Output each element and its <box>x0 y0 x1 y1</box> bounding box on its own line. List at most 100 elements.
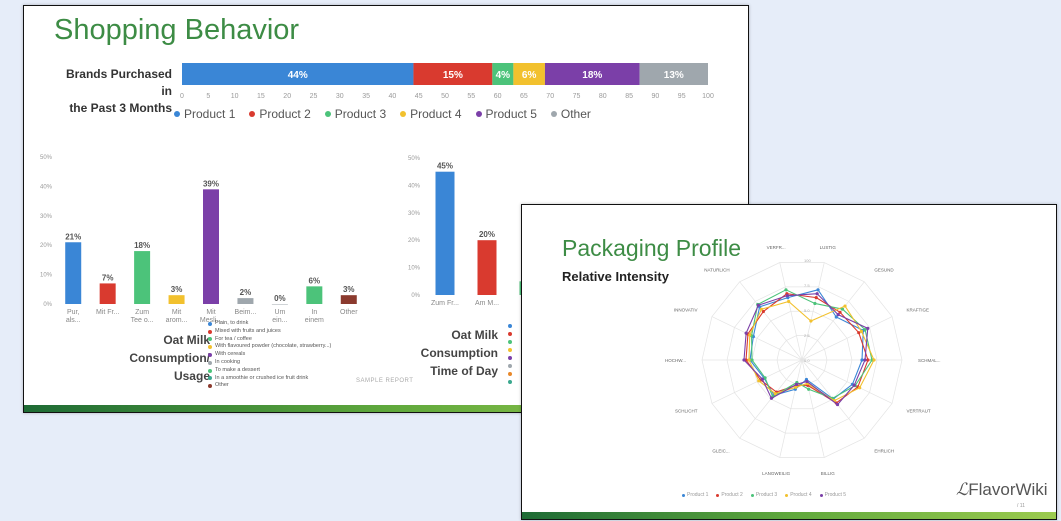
usage-legend-item: With flavoured powder (chocolate, strawb… <box>208 343 331 351</box>
radar-point <box>748 333 752 337</box>
usage-legend-item: Plain, to drink <box>208 320 331 328</box>
y-tick-label: 10% <box>408 266 421 272</box>
legend-dot <box>750 493 754 497</box>
bar <box>134 251 151 304</box>
legend-item-product-1: Product 1 <box>682 492 708 498</box>
radar-point <box>805 379 809 384</box>
radar-r-tick-label: 0.0 <box>804 358 810 363</box>
time-of-day-bar-chart: 0%10%20%30%40%50%45%Zum Fr...20%Am M...5… <box>408 156 524 306</box>
legend-label: With flavoured powder (chocolate, strawb… <box>215 343 332 350</box>
radar-axis-label: GLEIC... <box>712 449 729 454</box>
legend-dot <box>785 493 789 497</box>
legend-label: Product 2 <box>721 492 743 498</box>
radar-point <box>784 288 788 292</box>
time-of-day-legend <box>508 324 512 388</box>
legend-item-product-4: Product 4 <box>400 107 462 121</box>
x-tick-label: 65 <box>520 93 528 100</box>
radar-point <box>759 307 764 311</box>
legend-dot <box>249 111 256 117</box>
legend-dot <box>508 340 512 344</box>
radar-point <box>744 331 748 335</box>
usage-bar-chart: 0% 10% 20% 30% 40% 50% 21% Pur,als... 7% Mit Fr..… <box>40 155 358 324</box>
x-tick-label: 70 <box>546 93 554 100</box>
sample-report-label: SAMPLE REPORT <box>356 378 414 384</box>
legend-dot <box>508 356 512 360</box>
bar-data-label: 3% <box>171 285 183 294</box>
radar-point <box>769 396 774 400</box>
radar-point <box>815 292 819 296</box>
legend-dot <box>208 368 212 373</box>
time-of-day-chart-title: Oat Milk Consumption Time of Day <box>404 326 498 380</box>
x-tick-label: Pur, <box>67 309 80 316</box>
y-tick-label: 20% <box>408 238 421 244</box>
x-tick-label: 95 <box>678 93 686 100</box>
legend-dot <box>508 332 512 336</box>
legend-label: Product 3 <box>755 492 778 498</box>
radar-point <box>835 402 840 407</box>
legend-dot <box>819 493 823 497</box>
radar-axis-label: LANGWEILIG <box>762 471 791 476</box>
legend-dot <box>508 364 512 368</box>
legend-dot <box>508 372 512 376</box>
bar-data-label: 39% <box>203 179 219 188</box>
y-tick-label: 30% <box>408 211 421 217</box>
bar <box>306 286 323 304</box>
usage-legend-item: In cooking <box>208 359 331 367</box>
bar <box>65 242 82 304</box>
radar-point <box>859 329 864 333</box>
radar-axis-label: VERFR... <box>767 245 786 250</box>
radar-r-tick-label: 5.0 <box>804 308 810 313</box>
x-tick-label: Mit <box>172 309 181 316</box>
radar-axis-label: GESUND <box>874 267 894 272</box>
bar <box>477 240 497 295</box>
radar-point <box>866 358 870 362</box>
bar-data-label: 6% <box>309 276 321 285</box>
x-tick-label: 0 <box>180 93 184 100</box>
segment-data-label: 4% <box>496 70 511 81</box>
logo-text: FlavorWiki <box>968 480 1048 499</box>
legend-label: In cooking <box>215 358 241 365</box>
usage-legend-item: To make a dessert <box>208 367 331 375</box>
tod-title-line-3: Time of Day <box>430 364 498 378</box>
legend-dot <box>324 111 331 117</box>
radar-r-tick-label: 2.5 <box>804 333 810 338</box>
legend-dot <box>550 111 557 117</box>
flavorwiki-logo: ℒFlavorWiki <box>956 480 1048 500</box>
radar-point <box>872 358 876 362</box>
bar <box>203 189 219 304</box>
logo-mark-icon: ℒ <box>956 480 969 499</box>
usage-legend: Plain, to drink Mixed with fruits and jui… <box>208 320 331 390</box>
radar-point <box>787 299 791 304</box>
y-tick-label: 40% <box>408 183 421 189</box>
legend-dot <box>716 493 720 497</box>
legend-label: To make a dessert <box>215 366 260 373</box>
y-tick-label: 40% <box>40 184 53 190</box>
radar-point <box>814 296 818 300</box>
legend-item-product-1: Product 1 <box>174 107 235 121</box>
x-tick-label: 15 <box>257 93 265 100</box>
radar-point <box>863 358 867 362</box>
legend-dot <box>208 376 212 381</box>
legend-item-product-2: Product 2 <box>249 107 311 121</box>
legend-item-product-3: Product 3 <box>750 492 778 498</box>
bar-data-label: 18% <box>134 241 150 250</box>
radar-axis-label: LUSTIG <box>820 245 837 250</box>
tod-title-line-2: Consumption <box>420 346 498 360</box>
packaging-profile-slide: Packaging Profile Relative Intensity LUS… <box>521 204 1057 520</box>
legend-dot <box>682 493 685 497</box>
x-tick-label: 5 <box>206 93 210 100</box>
x-tick-label: Am M... <box>475 300 499 306</box>
y-tick-label: 50% <box>408 156 421 162</box>
legend-dot <box>508 348 512 352</box>
radar-axis-label: SCHLICHT <box>675 408 698 413</box>
radar-point <box>807 387 811 391</box>
segment-data-label: 44% <box>288 70 308 81</box>
radar-point <box>742 358 746 362</box>
legend-dot <box>208 337 212 342</box>
radar-axis-label: NATURLICH <box>704 267 729 272</box>
x-tick-label: 75 <box>573 93 581 100</box>
legend-item-product-3: Product 3 <box>324 107 386 121</box>
radar-spoke <box>801 359 893 404</box>
x-tick-label: 80 <box>599 93 607 100</box>
packaging-radar-chart: LUSTIG GESUND KRAFTIGE SCHMAL... VERTRAUT EHR… <box>665 245 941 476</box>
